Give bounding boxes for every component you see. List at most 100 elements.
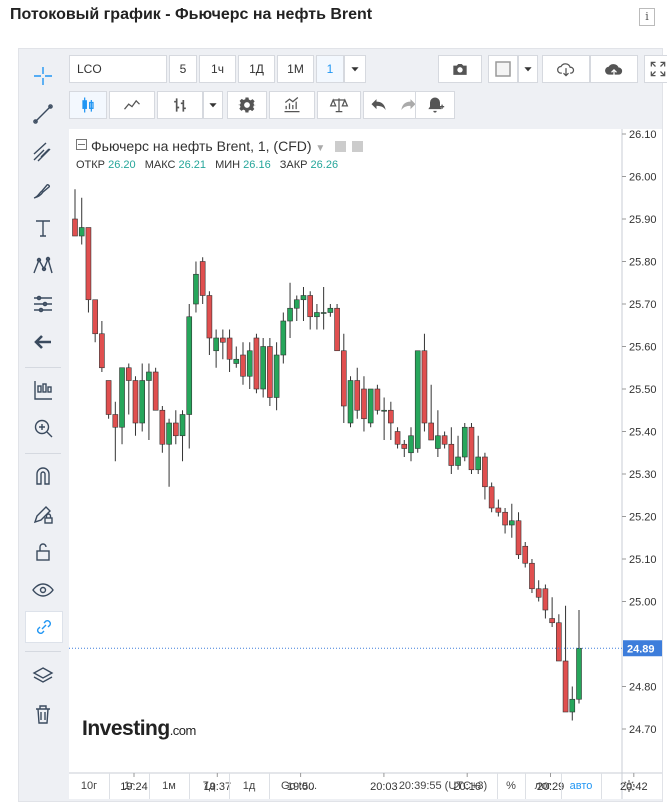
candle-body bbox=[468, 426, 475, 471]
candle-body bbox=[72, 218, 78, 237]
log-toggle[interactable]: лог bbox=[525, 773, 562, 799]
candle bbox=[287, 282, 293, 338]
y-tick-label: 25.00 bbox=[629, 597, 657, 609]
candle bbox=[515, 512, 522, 559]
y-tick-label: 24.80 bbox=[629, 682, 657, 694]
candle-body bbox=[314, 312, 320, 318]
candle-body bbox=[428, 422, 434, 441]
auto-toggle[interactable]: авто bbox=[561, 773, 602, 799]
candle-body bbox=[569, 698, 576, 713]
candle bbox=[125, 363, 132, 415]
candle-body bbox=[414, 350, 421, 449]
candle bbox=[146, 363, 152, 440]
candle-body bbox=[367, 388, 374, 424]
candle-body bbox=[99, 333, 105, 369]
candle bbox=[408, 427, 414, 462]
candle bbox=[347, 376, 354, 428]
range-1y[interactable]: 1г bbox=[109, 773, 150, 799]
candle bbox=[260, 338, 266, 398]
y-tick-label: 25.80 bbox=[629, 257, 657, 269]
range-1m[interactable]: 1м bbox=[149, 773, 190, 799]
candle-body bbox=[293, 299, 300, 309]
candle-body bbox=[240, 354, 246, 377]
candle bbox=[99, 321, 105, 372]
candle bbox=[246, 342, 253, 389]
candle-body bbox=[273, 354, 280, 398]
page-title: Потоковый график - Фьючерс на нефть Bren… bbox=[10, 6, 373, 23]
bottom-toolbar: 10г 1г 1м 7д 1д Go to... 20:39:55 (UTC+3… bbox=[69, 771, 662, 799]
chart-widget: LCO 5 1ч 1Д 1М 1 Фьючерс на нефть Brent,… bbox=[18, 48, 667, 802]
candle-body bbox=[435, 435, 441, 449]
candle-body bbox=[448, 443, 455, 466]
candle bbox=[105, 380, 112, 419]
candle bbox=[173, 410, 179, 445]
y-tick-label: 25.30 bbox=[629, 469, 657, 481]
y-tick-label: 25.70 bbox=[629, 299, 657, 311]
candle-body bbox=[556, 622, 562, 662]
candle-body bbox=[495, 507, 502, 513]
candle bbox=[253, 333, 260, 394]
y-tick-label: 26.10 bbox=[629, 129, 657, 141]
goto-button[interactable]: Go to... bbox=[269, 773, 329, 799]
range-7d[interactable]: 7д bbox=[189, 773, 230, 799]
range-1d[interactable]: 1д bbox=[229, 773, 270, 799]
candle-body bbox=[482, 456, 488, 488]
candle bbox=[522, 542, 529, 568]
candle-body bbox=[132, 380, 139, 424]
candle-body bbox=[388, 409, 394, 424]
candle-body bbox=[287, 307, 293, 322]
candle-body bbox=[119, 367, 125, 428]
candle-body bbox=[515, 520, 522, 556]
candle-body bbox=[193, 273, 199, 305]
candle bbox=[307, 291, 314, 330]
candle bbox=[388, 401, 394, 440]
candle-body bbox=[85, 227, 92, 301]
candle bbox=[72, 189, 78, 237]
candle bbox=[414, 350, 421, 453]
candle bbox=[435, 410, 441, 457]
candle bbox=[569, 686, 576, 721]
candle bbox=[535, 580, 542, 602]
candle-body bbox=[347, 380, 354, 424]
info-icon[interactable]: i bbox=[639, 8, 655, 26]
clock: 20:39:55 (UTC+3) bbox=[389, 773, 498, 799]
candle-body bbox=[441, 435, 448, 445]
candle-body bbox=[173, 422, 179, 437]
candle bbox=[112, 401, 119, 462]
candle-body bbox=[320, 312, 327, 314]
candle-body bbox=[246, 350, 253, 377]
candle-body bbox=[576, 647, 582, 700]
range-10y[interactable]: 10г bbox=[69, 773, 110, 799]
candle bbox=[199, 257, 206, 304]
candle bbox=[495, 499, 502, 517]
y-tick-label: 25.20 bbox=[629, 512, 657, 524]
candle-body bbox=[226, 337, 233, 360]
candle bbox=[267, 338, 273, 406]
candle-body bbox=[92, 299, 98, 335]
candle bbox=[461, 423, 468, 462]
candle-body bbox=[461, 426, 468, 458]
candle-body bbox=[535, 588, 542, 598]
candle bbox=[139, 363, 145, 432]
candle bbox=[508, 503, 515, 538]
candle bbox=[576, 610, 582, 704]
candle bbox=[549, 597, 555, 627]
candle-body bbox=[340, 350, 347, 407]
y-tick-label: 25.90 bbox=[629, 214, 657, 226]
candle-body bbox=[549, 618, 555, 624]
candle bbox=[152, 367, 159, 411]
y-tick-label: 25.50 bbox=[629, 384, 657, 396]
gear-icon[interactable] bbox=[609, 773, 649, 799]
candle-body bbox=[381, 409, 387, 412]
candle-body bbox=[361, 388, 367, 420]
candle bbox=[293, 295, 300, 321]
candle bbox=[226, 329, 233, 372]
candle-body bbox=[488, 486, 495, 509]
candle-body bbox=[542, 588, 549, 611]
candle bbox=[314, 304, 320, 330]
candle bbox=[367, 388, 374, 428]
candle-body bbox=[374, 388, 381, 411]
candle bbox=[78, 197, 85, 245]
percent-toggle[interactable]: % bbox=[497, 773, 526, 799]
candle-body bbox=[455, 456, 461, 466]
